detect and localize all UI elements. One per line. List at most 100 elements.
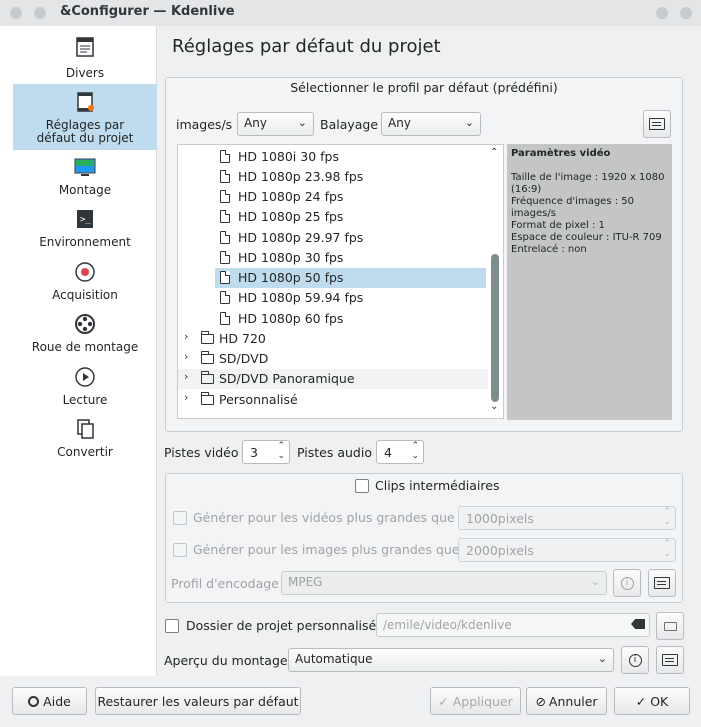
- sidebar-item-capture[interactable]: Acquisition: [13, 261, 157, 307]
- check-icon: ✓: [438, 694, 449, 709]
- folder-icon: [201, 331, 214, 344]
- tree-folder[interactable]: › HD 720: [178, 329, 488, 349]
- check-icon: ✓: [635, 694, 647, 709]
- chevron-down-icon: ⌄: [597, 652, 607, 665]
- terminal-icon: >_: [77, 210, 93, 228]
- sidebar-item-transcode[interactable]: Convertir: [13, 418, 157, 464]
- file-icon: [220, 312, 230, 325]
- custom-folder-label: Dossier de projet personnalisé: [186, 618, 377, 633]
- help-icon: [28, 696, 40, 707]
- tree-item[interactable]: HD 1080p 29.97 fps: [178, 228, 488, 248]
- ok-button[interactable]: ✓ OK: [614, 687, 690, 715]
- help-button[interactable]: Aide: [12, 687, 87, 715]
- restore-defaults-button[interactable]: Restaurer les valeurs par défaut: [95, 687, 301, 715]
- sidebar-item-jog-shuttle[interactable]: Roue de montage: [13, 313, 157, 359]
- proxy-videos-size-spinbox[interactable]: 1000pixels ⌃ ⌄: [458, 506, 676, 530]
- document-properties-icon: [654, 577, 670, 589]
- tree-item-selected[interactable]: HD 1080p 50 fps: [215, 268, 486, 288]
- spin-arrows-icon[interactable]: ⌃ ⌄: [663, 539, 671, 559]
- browse-folder-button[interactable]: [656, 612, 684, 640]
- sidebar-item-environment[interactable]: >_ Environnement: [13, 208, 157, 254]
- sidebar-item-project-defaults[interactable]: Réglages par défaut du projet: [13, 84, 157, 150]
- close-button[interactable]: [680, 7, 692, 19]
- misc-icon: [76, 37, 94, 57]
- preview-label: Aperçu du montage: [164, 653, 288, 668]
- tree-item[interactable]: HD 1080p 60 fps: [178, 309, 488, 329]
- file-icon: [220, 150, 230, 163]
- minimize-button[interactable]: [656, 7, 668, 19]
- svg-text:>_: >_: [80, 215, 91, 225]
- custom-folder-input[interactable]: /emile/video/kdenlive: [376, 613, 650, 637]
- scrollbar-thumb[interactable]: [491, 254, 499, 402]
- folder-icon: [201, 392, 214, 405]
- spin-arrows-icon[interactable]: ⌃ ⌄: [663, 507, 671, 527]
- spin-arrows-icon[interactable]: ⌃ ⌄: [277, 441, 285, 461]
- chevron-right-icon: ›: [184, 370, 189, 383]
- video-tracks-label: Pistes vidéo: [164, 445, 239, 460]
- proxy-videos-checkbox[interactable]: [173, 511, 187, 525]
- tree-item[interactable]: HD 1080p 25 fps: [178, 207, 488, 227]
- proxy-images-size-spinbox[interactable]: 2000pixels ⌃ ⌄: [458, 538, 676, 562]
- video-tracks-spinbox[interactable]: 3 ⌃ ⌄: [242, 440, 290, 464]
- sidebar-item-misc[interactable]: Divers: [13, 36, 157, 86]
- scan-combo[interactable]: Any ⌄: [381, 112, 481, 136]
- preview-combo[interactable]: Automatique ⌄: [288, 648, 614, 672]
- proxy-images-checkbox[interactable]: [173, 543, 187, 557]
- file-icon: [220, 271, 230, 284]
- play-icon: [75, 367, 95, 387]
- info-interlaced: Entrelacé : non: [511, 244, 587, 255]
- encoding-profile-combo[interactable]: MPEG ⌄: [281, 571, 607, 595]
- sidebar-item-label: Convertir: [57, 445, 113, 459]
- sidebar-item-timeline[interactable]: Montage: [13, 156, 157, 202]
- scroll-up-icon[interactable]: ⌃: [490, 147, 498, 158]
- sidebar-item-label: Réglages par défaut du projet: [36, 118, 134, 145]
- proxy-enable-label: Clips intermédiaires: [375, 478, 500, 493]
- sidebar-item-label: Lecture: [62, 393, 108, 407]
- proxy-enable-checkbox[interactable]: [355, 479, 369, 493]
- audio-tracks-spinbox[interactable]: 4 ⌃ ⌄: [376, 440, 424, 464]
- sidebar-item-playback[interactable]: Lecture: [13, 366, 157, 412]
- clear-input-icon[interactable]: [631, 619, 645, 629]
- info-colorspace: Espace de couleur : ITU-R 709: [511, 232, 662, 243]
- cancel-button[interactable]: ⊘ Annuler: [526, 687, 607, 715]
- window-menu-button[interactable]: [10, 7, 22, 19]
- audio-tracks-label: Pistes audio: [297, 445, 372, 460]
- chevron-down-icon: ⌄: [464, 116, 474, 129]
- info-pixel-aspect: Format de pixel : 1: [511, 220, 605, 231]
- project-defaults-icon: [77, 92, 94, 112]
- proxy-images-label: Générer pour les images plus grandes que: [193, 542, 460, 557]
- tree-item[interactable]: HD 1080p 30 fps: [178, 248, 488, 268]
- tree-folder[interactable]: › Personnalisé: [178, 390, 488, 410]
- keep-above-button[interactable]: [34, 7, 46, 19]
- tree-folder[interactable]: › SD/DVD: [178, 349, 488, 369]
- tree-item[interactable]: HD 1080p 23.98 fps: [178, 167, 488, 187]
- profile-tree[interactable]: HD 1080i 30 fps HD 1080p 23.98 fps HD 10…: [177, 144, 504, 419]
- folder-open-icon: [664, 622, 677, 631]
- apply-button[interactable]: ✓ Appliquer: [430, 687, 521, 715]
- manage-profiles-button[interactable]: [643, 110, 671, 138]
- scan-combo-value: Any: [388, 116, 411, 130]
- profile-info-panel: Paramètres vidéo Taille de l'image : 192…: [507, 144, 672, 420]
- encoding-manage-button[interactable]: [648, 569, 676, 597]
- tree-folder[interactable]: › SD/DVD Panoramique: [178, 369, 488, 389]
- scroll-down-icon[interactable]: ⌄: [490, 401, 498, 412]
- preview-manage-button[interactable]: [656, 646, 684, 674]
- tree-item[interactable]: HD 1080i 30 fps: [178, 147, 488, 167]
- spin-arrows-icon[interactable]: ⌃ ⌄: [411, 441, 419, 461]
- tree-item[interactable]: HD 1080p 59.94 fps: [178, 288, 488, 308]
- sidebar-item-label: Acquisition: [52, 288, 118, 302]
- tree-item[interactable]: HD 1080p 24 fps: [178, 187, 488, 207]
- sidebar-item-label: Divers: [65, 66, 105, 80]
- encoding-info-button[interactable]: i: [613, 569, 641, 597]
- custom-folder-checkbox[interactable]: [165, 619, 179, 633]
- page-title: Réglages par défaut du projet: [172, 36, 441, 57]
- fps-combo[interactable]: Any ⌄: [237, 112, 314, 136]
- window-title: &Configurer — Kdenlive: [60, 4, 235, 19]
- document-properties-icon: [649, 118, 665, 130]
- sidebar-item-label: Environnement: [39, 235, 131, 249]
- preview-info-button[interactable]: i: [621, 646, 649, 674]
- file-icon: [220, 170, 230, 183]
- file-icon: [220, 291, 230, 304]
- file-icon: [220, 231, 230, 244]
- file-icon: [220, 251, 230, 264]
